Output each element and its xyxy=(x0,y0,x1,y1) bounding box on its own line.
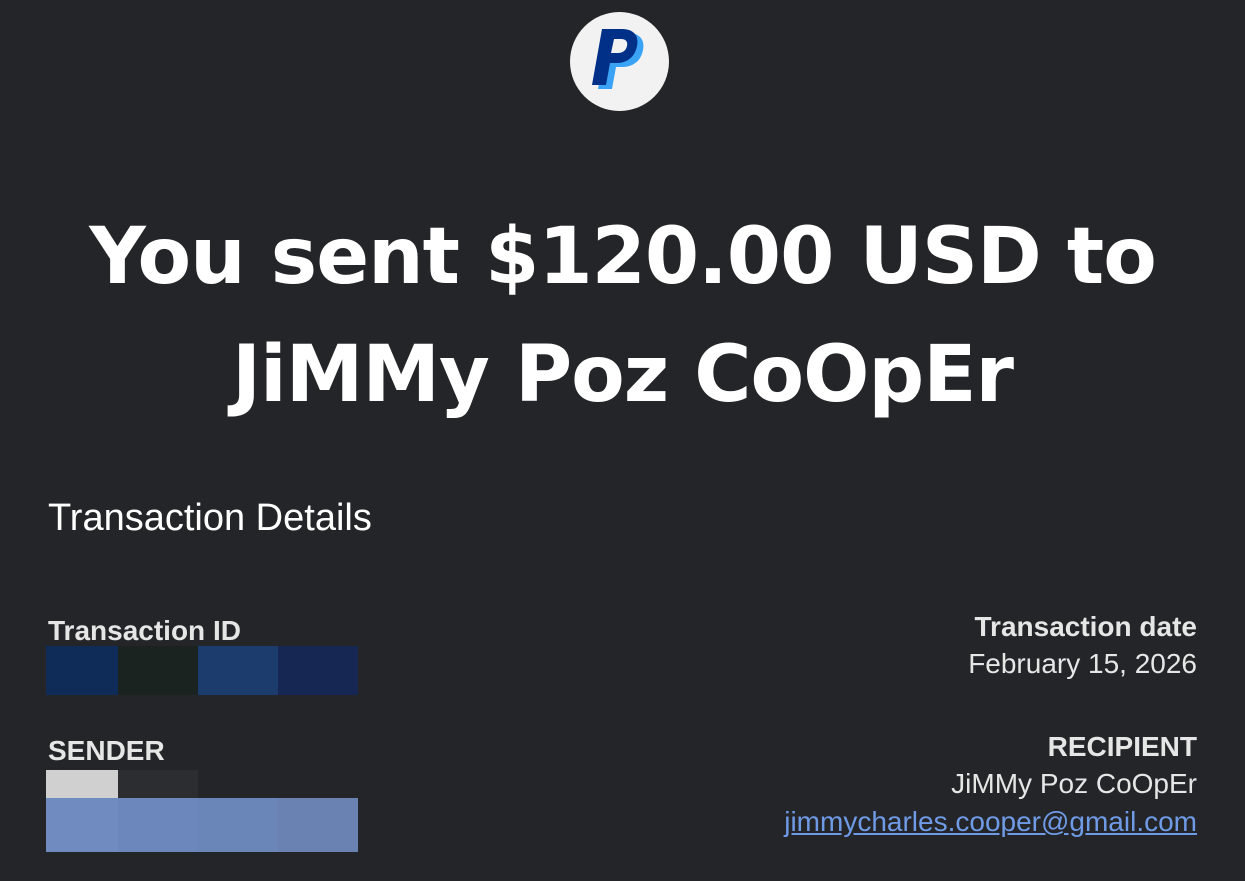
sender-name-redacted xyxy=(46,770,198,798)
paypal-logo-icon xyxy=(591,28,643,89)
recipient-email-link[interactable]: jimmycharles.cooper@gmail.com xyxy=(784,805,1197,839)
recipient-label: RECIPIENT xyxy=(1047,731,1197,762)
transaction-id-redacted xyxy=(46,646,358,695)
transaction-date-value: February 15, 2026 xyxy=(968,648,1197,679)
sender-email-redacted xyxy=(46,798,358,852)
transaction-id-label: Transaction ID xyxy=(48,615,241,646)
headline-line-2: JiMMy Poz CoOpEr xyxy=(231,330,1014,420)
payment-headline: You sent $120.00 USD to JiMMy Poz CoOpEr xyxy=(0,198,1245,434)
paypal-logo xyxy=(570,12,669,111)
sender-label: SENDER xyxy=(48,735,165,766)
recipient-name: JiMMy Poz CoOpEr xyxy=(951,768,1197,799)
transaction-details-title: Transaction Details xyxy=(48,497,372,539)
transaction-date-label: Transaction date xyxy=(974,611,1197,642)
headline-line-1: You sent $120.00 USD to xyxy=(89,212,1157,302)
